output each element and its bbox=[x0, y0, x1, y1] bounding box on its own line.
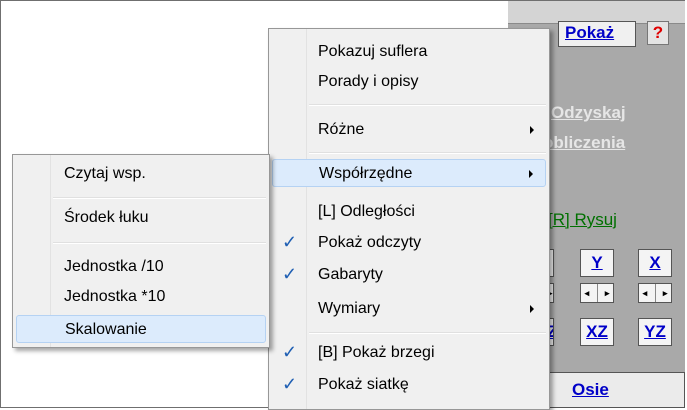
menu-item-label: Jednostka *10 bbox=[64, 288, 166, 305]
axes-button[interactable] bbox=[546, 372, 685, 408]
menu-item-label: Skalowanie bbox=[65, 321, 147, 338]
menu-item-tips[interactable]: Porady i opisy bbox=[272, 68, 546, 96]
menu-item-show-readings[interactable]: ✓ Pokaż odczyty bbox=[272, 229, 546, 257]
axis-button-y[interactable]: Y bbox=[580, 249, 614, 277]
menu-item-label: Różne bbox=[318, 121, 365, 138]
menu-item-label: Gabaryty bbox=[318, 266, 383, 283]
axes-link[interactable]: Osie bbox=[572, 380, 609, 400]
context-menu: Pokazuj suflera Porady i opisy Różne Wsp… bbox=[268, 28, 550, 410]
stepper-left-icon[interactable]: ◂ bbox=[643, 288, 648, 299]
menu-item-label: Pokaż odczyty bbox=[318, 234, 422, 251]
menu-item-dimensions[interactable]: Wymiary bbox=[272, 295, 546, 323]
menu-item-distances[interactable]: [L] Odległości bbox=[272, 198, 546, 226]
draw-link[interactable]: [R] Rysuj bbox=[548, 210, 617, 230]
menu-item-label: Pokazuj suflera bbox=[318, 43, 428, 60]
menu-item-label: [B] Pokaż brzegi bbox=[318, 344, 435, 361]
help-button[interactable]: ? bbox=[647, 21, 669, 45]
menu-item-label: Czytaj wsp. bbox=[64, 165, 146, 182]
menu-item-show-grid[interactable]: ✓ Pokaż siatkę bbox=[272, 371, 546, 399]
submenu-item-scaling[interactable]: Skalowanie bbox=[16, 315, 266, 343]
stepper-left-icon[interactable]: ◂ bbox=[585, 288, 590, 299]
menu-item-show-prompter[interactable]: Pokazuj suflera bbox=[272, 38, 546, 66]
menu-item-label: Pokaż siatkę bbox=[318, 376, 409, 393]
menu-item-bounds[interactable]: ✓ Gabaryty bbox=[272, 261, 546, 289]
submenu-item-arc-center[interactable]: Środek łuku bbox=[16, 204, 266, 232]
chevron-right-icon bbox=[530, 305, 534, 313]
axis-button-xz[interactable]: XZ bbox=[580, 318, 614, 346]
stepper-x[interactable]: ◂ ▸ bbox=[638, 283, 672, 303]
check-icon: ✓ bbox=[282, 342, 298, 362]
recover-link-line2[interactable]: obliczenia bbox=[543, 133, 625, 153]
submenu-item-unit-mul10[interactable]: Jednostka *10 bbox=[16, 283, 266, 311]
check-icon: ✓ bbox=[282, 374, 298, 394]
menu-item-misc[interactable]: Różne bbox=[272, 116, 546, 144]
stepper-right-icon[interactable]: ▸ bbox=[663, 288, 668, 299]
recover-link-line1[interactable]: Odzyskaj bbox=[551, 103, 626, 123]
axis-button-yz[interactable]: YZ bbox=[638, 318, 672, 346]
menu-item-show-edges[interactable]: ✓ [B] Pokaż brzegi bbox=[272, 339, 546, 367]
menu-separator bbox=[53, 242, 266, 244]
coordinates-submenu: Czytaj wsp. Środek łuku Jednostka /10 Je… bbox=[12, 154, 270, 348]
stepper-right-icon[interactable]: ▸ bbox=[605, 288, 610, 299]
chevron-right-icon bbox=[529, 170, 533, 178]
menu-separator bbox=[53, 197, 266, 199]
menu-separator bbox=[309, 152, 546, 154]
menu-item-label: Jednostka /10 bbox=[64, 258, 164, 275]
submenu-item-read-coordinates[interactable]: Czytaj wsp. bbox=[16, 160, 266, 188]
menu-item-label: [L] Odległości bbox=[318, 203, 415, 220]
menu-item-label: Środek łuku bbox=[64, 209, 149, 226]
chevron-right-icon bbox=[530, 126, 534, 134]
menu-item-coordinates[interactable]: Współrzędne bbox=[272, 159, 546, 187]
menu-item-label: Współrzędne bbox=[319, 165, 413, 182]
menu-separator bbox=[309, 332, 546, 334]
menu-item-label: Porady i opisy bbox=[318, 73, 419, 90]
axis-button-x[interactable]: X bbox=[638, 249, 672, 277]
check-icon: ✓ bbox=[282, 232, 298, 252]
stepper-y[interactable]: ◂ ▸ bbox=[580, 283, 614, 303]
submenu-item-unit-div10[interactable]: Jednostka /10 bbox=[16, 253, 266, 281]
show-link[interactable]: Pokaż bbox=[565, 23, 614, 43]
menu-item-label: Wymiary bbox=[318, 300, 381, 317]
menu-separator bbox=[309, 104, 546, 106]
check-icon: ✓ bbox=[282, 264, 298, 284]
